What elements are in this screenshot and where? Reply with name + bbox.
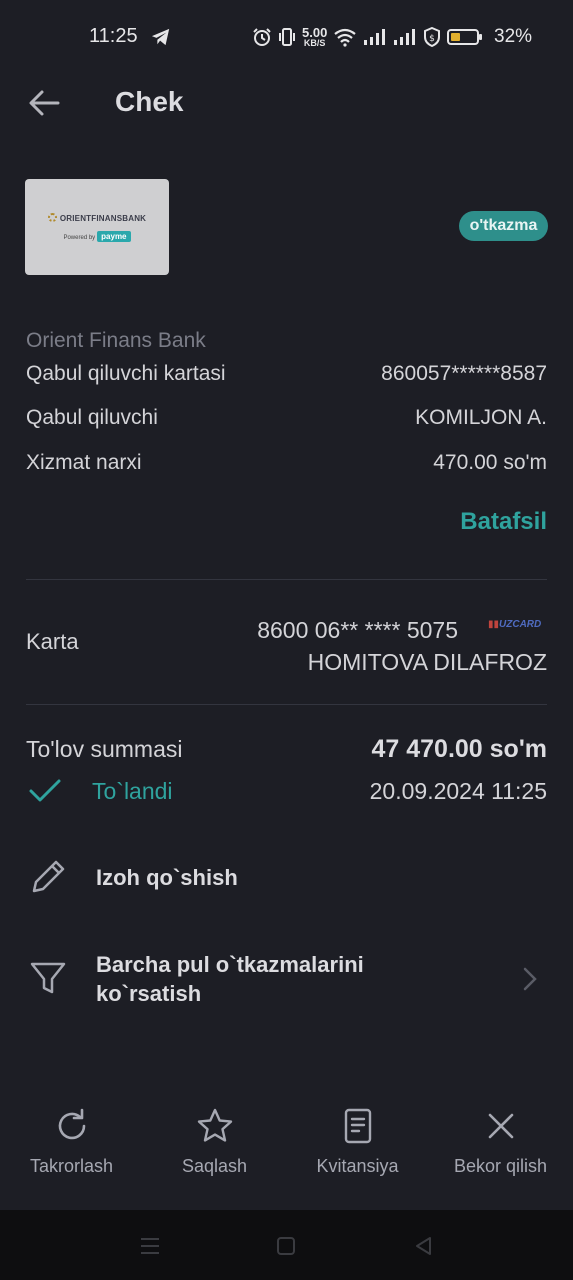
service-fee-value: 470.00 so'm	[433, 451, 547, 474]
close-icon	[488, 1113, 513, 1139]
telegram-icon	[151, 28, 170, 46]
repeat-button[interactable]: Takrorlash	[0, 1098, 143, 1198]
transfer-type-badge: o'tkazma	[459, 211, 548, 241]
cancel-label: Bekor qilish	[453, 1156, 548, 1176]
recipient-card-label: Qabul qiluvchi kartasi	[26, 362, 226, 385]
divider	[26, 579, 547, 580]
service-fee-label: Xizmat narxi	[26, 451, 142, 474]
page-title: Chek	[115, 86, 184, 117]
bank-name: Orient Finans Bank	[26, 329, 206, 352]
bottom-action-bar: Takrorlash Saqlash Kvitansiya Bekor qili…	[0, 1098, 573, 1208]
arrow-left-icon[interactable]	[26, 86, 62, 120]
logo-brand: payme	[97, 231, 131, 242]
shield-icon: $	[424, 27, 441, 47]
repeat-label: Takrorlash	[29, 1156, 114, 1176]
status-time: 11:25	[89, 25, 138, 47]
show-all-transfers-label: Barcha pul o`tkazmalarini ko`rsatish	[96, 952, 364, 1006]
more-details-link[interactable]: Batafsil	[460, 508, 547, 536]
add-comment-label: Izoh qo`shish	[96, 865, 238, 890]
status-bar: 11:25 5.00 KB/S $ 32%	[0, 0, 573, 72]
battery-percent: 32%	[494, 26, 533, 47]
net-speed-unit: KB/S	[303, 38, 326, 48]
pencil-icon	[32, 860, 65, 893]
signal-icon	[364, 29, 386, 45]
uzcard-logo: ▮▮UZCARD	[488, 619, 542, 630]
signal-icon	[394, 29, 416, 45]
star-icon	[197, 1108, 232, 1142]
card-number: 8600 06** **** 5075	[257, 617, 458, 643]
recipient-card-value: 860057******8587	[381, 362, 547, 385]
logo-text: ORIENTFINANSBANK	[59, 214, 147, 223]
alarm-icon	[253, 28, 271, 46]
receipt-button[interactable]: Kvitansiya	[286, 1098, 429, 1198]
card-brand: UZCARD	[499, 619, 542, 630]
battery-icon	[447, 29, 483, 45]
svg-text:$: $	[429, 34, 435, 44]
receipt-icon	[344, 1108, 371, 1144]
save-button[interactable]: Saqlash	[143, 1098, 286, 1198]
filter-icon	[30, 962, 66, 994]
show-all-transfers-button[interactable]: Barcha pul o`tkazmalarini ko`rsatish	[0, 945, 573, 1015]
wifi-icon	[334, 28, 356, 47]
payment-amount: 47 470.00 so'm	[371, 735, 547, 763]
system-navigation-bar	[0, 1210, 573, 1280]
chevron-right-icon	[523, 967, 537, 991]
merchant-logo: ORIENTFINANSBANK Powered by payme	[25, 179, 169, 275]
home-icon[interactable]	[274, 1234, 298, 1258]
card-label: Karta	[26, 629, 79, 654]
menu-icon[interactable]	[138, 1234, 162, 1258]
payment-amount-label: To'lov summasi	[26, 736, 183, 762]
back-triangle-icon[interactable]	[412, 1234, 436, 1258]
bank-logo-icon	[47, 213, 57, 222]
add-comment-button[interactable]: Izoh qo`shish	[0, 850, 573, 906]
logo-powered: Powered by	[63, 235, 96, 241]
receipt-label: Kvitansiya	[316, 1156, 399, 1176]
divider	[26, 704, 547, 705]
check-icon	[29, 779, 61, 802]
vibrate-icon	[279, 28, 295, 46]
net-speed: 5.00 KB/S	[302, 26, 327, 48]
repeat-icon	[58, 1108, 85, 1140]
cancel-button[interactable]: Bekor qilish	[429, 1098, 572, 1198]
status-icons: 5.00 KB/S $	[252, 24, 483, 50]
save-label: Saqlash	[181, 1156, 248, 1176]
payment-status: To`landi	[92, 778, 173, 804]
card-holder: HOMITOVA DILAFROZ	[307, 649, 547, 675]
payment-datetime: 20.09.2024 11:25	[369, 778, 547, 804]
recipient-value: KOMILJON A.	[415, 406, 547, 429]
recipient-label: Qabul qiluvchi	[26, 406, 158, 429]
